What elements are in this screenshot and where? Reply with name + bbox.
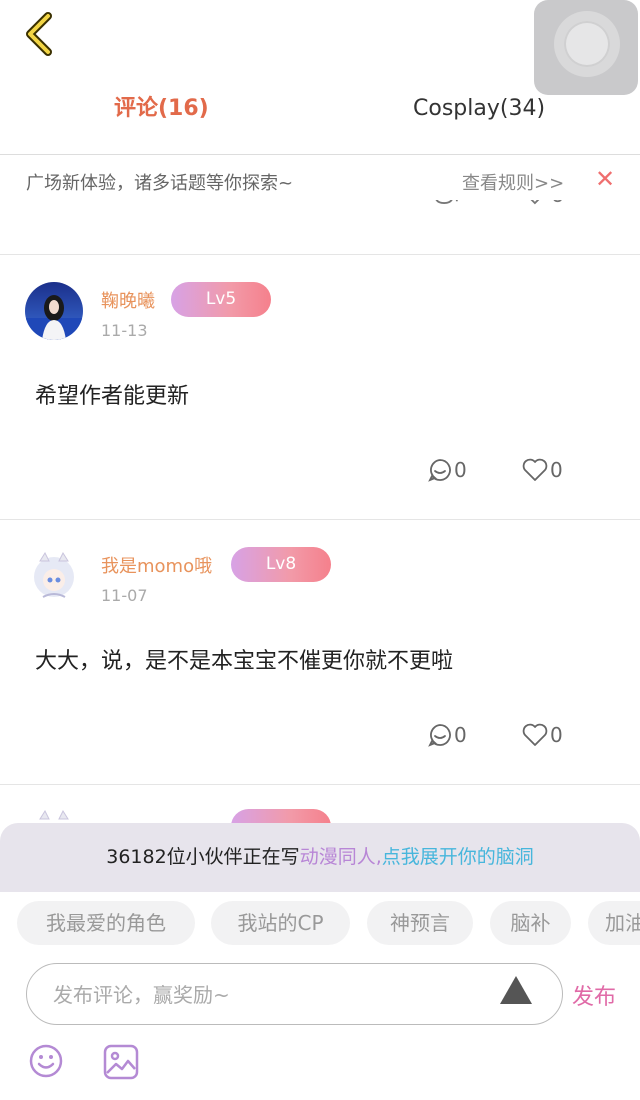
comment-item: 鞠晚曦 Lv5 11-13 希望作者能更新 0 0 — [0, 255, 640, 520]
avatar[interactable] — [25, 282, 83, 340]
tab-comments[interactable]: 评论(16) — [114, 92, 209, 126]
comment-text: 希望作者能更新 — [35, 384, 190, 409]
comment-date: 11-07 — [101, 586, 148, 605]
reply-button[interactable]: 0 — [428, 721, 467, 749]
like-button[interactable]: 0 — [522, 721, 563, 749]
avatar[interactable] — [25, 547, 83, 605]
comment-input-box[interactable] — [26, 963, 563, 1025]
promo-cta[interactable]: 点我展开你的脑洞 — [382, 846, 534, 868]
like-count: 0 — [550, 458, 563, 482]
promo-count: 36182位小伙伴正在写 — [106, 846, 300, 868]
topic-chip[interactable]: 我站的CP — [211, 901, 350, 945]
view-rules-link[interactable]: 查看规则>> — [462, 169, 564, 195]
back-button[interactable] — [22, 12, 62, 56]
emoji-icon[interactable] — [28, 1043, 64, 1079]
username[interactable]: 我是momo哦 — [101, 552, 212, 578]
comment-date: 11-13 — [101, 321, 148, 340]
like-count: 0 — [550, 723, 563, 747]
topic-chip[interactable]: 我最爱的角色 — [17, 901, 195, 945]
heart-icon — [522, 723, 548, 746]
comment-item: 我是momo哦 Lv8 11-07 大大，说，是不是本宝宝不催更你就不更啦 0 … — [0, 520, 640, 785]
image-icon[interactable] — [102, 1043, 140, 1081]
heart-icon — [530, 200, 562, 205]
assistive-touch-button[interactable] — [534, 0, 638, 95]
topic-chip[interactable]: 神预言 — [367, 901, 473, 945]
comment-icon — [428, 459, 451, 482]
notice-text: 广场新体验，诸多话题等你探索~ — [26, 173, 294, 194]
like-button[interactable]: 0 — [522, 456, 563, 484]
assistive-touch-core — [564, 21, 610, 67]
promo-highlight: 动漫同人, — [299, 846, 382, 868]
publish-button[interactable]: 发布 — [572, 979, 616, 1011]
tab-cosplay[interactable]: Cosplay(34) — [413, 92, 545, 126]
comment-icon — [428, 724, 451, 747]
topic-chip[interactable]: 脑补 — [490, 901, 571, 945]
level-badge: Lv8 — [231, 547, 331, 582]
level-badge: Lv5 — [171, 282, 271, 317]
comment-composer: 36182位小伙伴正在写动漫同人,点我展开你的脑洞 我最爱的角色 我站的CP 神… — [0, 823, 640, 1100]
header: 评论(16) Cosplay(34) — [0, 0, 640, 155]
chevron-left-icon — [26, 12, 52, 56]
heart-icon — [522, 458, 548, 481]
close-icon[interactable]: ✕ — [595, 165, 615, 193]
topic-chip[interactable]: 加油 — [588, 901, 640, 945]
expand-triangle-icon[interactable] — [498, 974, 534, 1006]
comment-text: 大大，说，是不是本宝宝不催更你就不更啦 — [35, 649, 454, 674]
reply-count: 0 — [454, 723, 467, 747]
reply-count: 0 — [454, 458, 467, 482]
reply-button[interactable]: 0 — [428, 456, 467, 484]
comment-input[interactable] — [53, 977, 493, 1013]
notice-bar: 广场新体验，诸多话题等你探索~ 查看规则>> ✕ — [0, 156, 640, 206]
comment-icon — [435, 200, 458, 205]
topic-chips: 我最爱的角色 我站的CP 神预言 脑补 加油 — [0, 901, 640, 947]
previous-comment-fragment — [0, 200, 640, 255]
username[interactable]: 鞠晚曦 — [101, 287, 155, 313]
promo-banner[interactable]: 36182位小伙伴正在写动漫同人,点我展开你的脑洞 — [0, 823, 640, 892]
